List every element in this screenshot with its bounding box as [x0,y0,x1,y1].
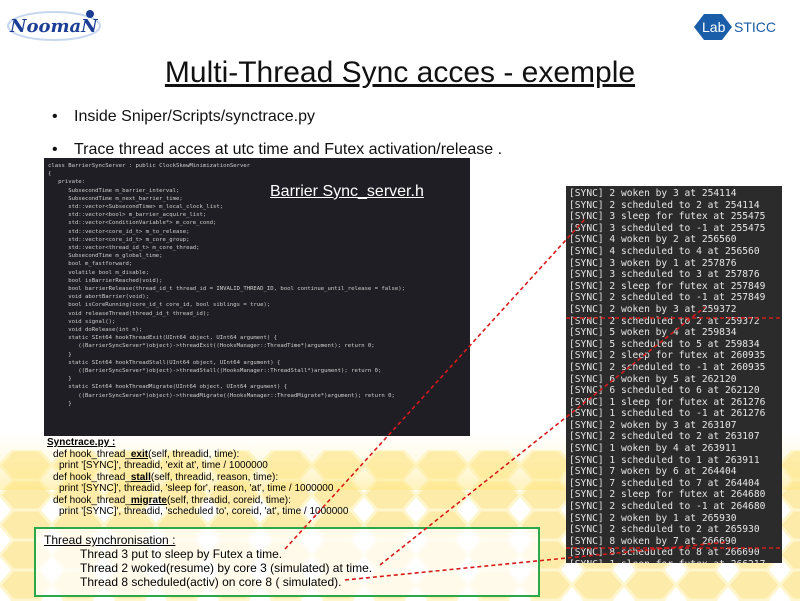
code-line: bool m_fastforward; [48,261,133,268]
log-line: [SYNC] 2 scheduled to 2 at 259372 [569,315,760,327]
lab-logo-text: Lab [702,19,726,35]
code-line: class BarrierSyncServer : public ClockSk… [48,163,251,169]
code-line: std::vector<SubsecondTime> m_local_clock… [48,204,224,211]
log-line: [SYNC] 4 scheduled to 4 at 256560 [569,245,760,257]
log-line: [SYNC] 1 sleep for futex at 266217 [569,559,779,563]
code-line: std::vector<thread_id_t> m_core_thread; [48,245,200,252]
sync-box-item: Thread 8 scheduled(activ) on core 8 ( si… [80,575,342,589]
log-line: [SYNC] 6 scheduled to 6 at 262120 [569,385,760,397]
code-line: void doRelease(int n); [48,327,143,334]
code-line: bool barrierRelease(thread_id_t thread_i… [48,286,405,293]
log-line: [SYNC] 2 scheduled to -1 at 260935 [569,361,766,373]
sync-log-terminal: [SYNC] 2 woken by 3 at 254114 [SYNC] 2 sc… [566,186,782,563]
log-line: [SYNC] 3 scheduled to -1 at 255475 [569,222,766,234]
log-line: [SYNC] 2 woken by 3 at 263107 [569,419,737,431]
bullet-text: Inside Sniper/Scripts/synctrace.py [74,108,315,125]
log-line: [SYNC] 2 scheduled to -1 at 264680 [569,501,766,513]
synctrace-line-args: (self, threadid, coreid, time): [166,494,291,506]
synctrace-hook-name: stall [130,471,151,483]
log-line: [SYNC] 2 scheduled to 2 at 254114 [569,199,760,211]
code-line: static SInt64 hookThreadMigrate(UInt64 o… [48,384,288,391]
synctrace-line-args: (self, threadid, reason, time): [150,471,279,483]
log-line: [SYNC] 3 scheduled to 3 at 257876 [569,269,760,281]
code-line: void abortBarrier(void); [48,294,150,301]
code-line: { [48,171,52,178]
log-line: [SYNC] 2 scheduled to -1 at 257849 [569,292,766,304]
log-line: [SYNC] 2 woken by 3 at 259372 [569,303,737,315]
bullet-item: • Inside Sniper/Scripts/synctrace.py [52,108,315,126]
log-line: [SYNC] 2 scheduled to 2 at 263107 [569,431,760,443]
code-line: } [48,400,72,407]
code-line: ((BarrierSyncServer*)object)->threadExit… [48,343,375,350]
labsticc-logo: Lab STICC [694,14,776,40]
nooman-logo: NoomaN [7,10,101,41]
code-line: void releaseThread(thread_id_t thread_id… [48,310,210,317]
code-line: bool isCoreRunning(core_id_t core_id, bo… [48,302,271,309]
synctrace-line-text: print '[SYNC]', threadid, 'exit at', tim… [59,460,268,471]
synctrace-line: def hook_thread_exit(self, threadid, tim… [47,449,348,461]
log-line: [SYNC] 7 scheduled to 7 at 264404 [569,477,760,489]
code-line: std::vector<core_id_t> m_to_release; [48,228,190,235]
code-line: } [48,351,72,358]
synctrace-line: def hook_thread_migrate(self, threadid, … [47,495,348,507]
log-line: [SYNC] 3 woken by 1 at 257876 [569,257,737,269]
sync-box-item: Thread 3 put to sleep by Futex a time. [80,547,283,561]
log-line: [SYNC] 5 scheduled to 5 at 259834 [569,338,760,350]
sync-box-item: Thread 2 woked(resume) by core 3 (simula… [80,561,373,575]
synctrace-line: def hook_thread_stall(self, threadid, re… [47,472,348,484]
synctrace-hook-name: exit [130,448,149,460]
thread-sync-box: Thread synchronisation : Thread 3 put to… [34,527,540,597]
bullet-text: Trace thread acces at utc time and Futex… [74,141,503,158]
code-line: volatile bool m_disable; [48,269,150,276]
bullet-dot-icon: • [52,108,58,125]
sync-box-heading: Thread synchronisation : [44,533,176,547]
synctrace-hook-name: migrate [130,494,167,506]
slide-title: Multi-Thread Sync acces - exemple [164,56,636,89]
synctrace-line-text: print '[SYNC]', threadid, 'scheduled to'… [59,506,349,517]
code-line: std::vector<bool> m_barrier_acquire_list… [48,212,207,219]
bullet-dot-icon: • [52,141,58,158]
synctrace-code: Synctrace.py : def hook_thread_exit(self… [47,437,348,518]
code-line: std::vector<core_id_t> m_core_group; [48,236,190,243]
code-line: SubsecondTime m_global_time; [48,253,163,260]
code-line: ((BarrierSyncServer*)object)->threadStal… [48,368,382,375]
synctrace-line-text: def hook_thread_ [53,448,131,460]
synctrace-heading: Synctrace.py : [47,437,116,448]
code-line: void signal(); [48,318,116,325]
log-line: [SYNC] 4 woken by 2 at 256560 [569,234,737,246]
log-line: [SYNC] 8 woken by 7 at 266690 [569,535,737,547]
log-line: [SYNC] 1 sleep for futex at 261276 [569,396,766,408]
log-line: [SYNC] 2 woken by 1 at 265930 [569,512,737,524]
synctrace-line: print '[SYNC]', threadid, 'scheduled to'… [47,506,348,518]
code-line: static SInt64 hookThreadStall(UInt64 obj… [48,359,281,366]
synctrace-line: print '[SYNC]', threadid, 'exit at', tim… [47,460,348,472]
log-line: [SYNC] 1 scheduled to -1 at 261276 [569,408,766,420]
log-line: [SYNC] 8 scheduled to 8 at 266690 [569,547,760,559]
code-line: static SInt64 hookThreadExit(UInt64 obje… [48,335,278,342]
log-line: [SYNC] 3 sleep for futex at 255475 [569,211,766,223]
code-line: bool isBarrierReached(void); [48,277,163,284]
synctrace-line-text: print '[SYNC]', threadid, 'sleep for', r… [59,483,334,494]
log-line: [SYNC] 1 scheduled to 1 at 263911 [569,454,760,466]
synctrace-line-text: def hook_thread_ [53,471,131,483]
log-line: [SYNC] 6 woken by 5 at 262120 [569,373,737,385]
bullet-item: • Trace thread acces at utc time and Fute… [52,141,502,159]
code-line: } [48,376,72,383]
code-line: ((BarrierSyncServer*)object)->threadMigr… [48,392,395,399]
sticc-logo-text: STICC [734,19,776,35]
log-line: [SYNC] 2 sleep for futex at 257849 [569,280,766,292]
log-line: [SYNC] 7 woken by 6 at 264404 [569,466,737,478]
code-line: std::vector<ConditionVariable*> m_core_c… [48,220,217,227]
log-line: [SYNC] 2 woken by 3 at 254114 [569,188,737,199]
synctrace-line: print '[SYNC]', threadid, 'sleep for', r… [47,483,348,495]
nooman-logo-text: NoomaN [9,16,99,37]
log-line: [SYNC] 2 scheduled to 2 at 265930 [569,524,760,536]
code-panel-title: Barrier Sync_server.h [270,183,424,200]
log-line: [SYNC] 2 sleep for futex at 264680 [569,489,766,501]
log-line: [SYNC] 1 woken by 4 at 263911 [569,443,737,455]
log-line: [SYNC] 2 sleep for futex at 260935 [569,350,766,362]
synctrace-line-text: def hook_thread_ [53,494,131,506]
log-line: [SYNC] 5 woken by 4 at 259834 [569,327,737,339]
synctrace-line-args: (self, threadid, time): [148,448,240,460]
